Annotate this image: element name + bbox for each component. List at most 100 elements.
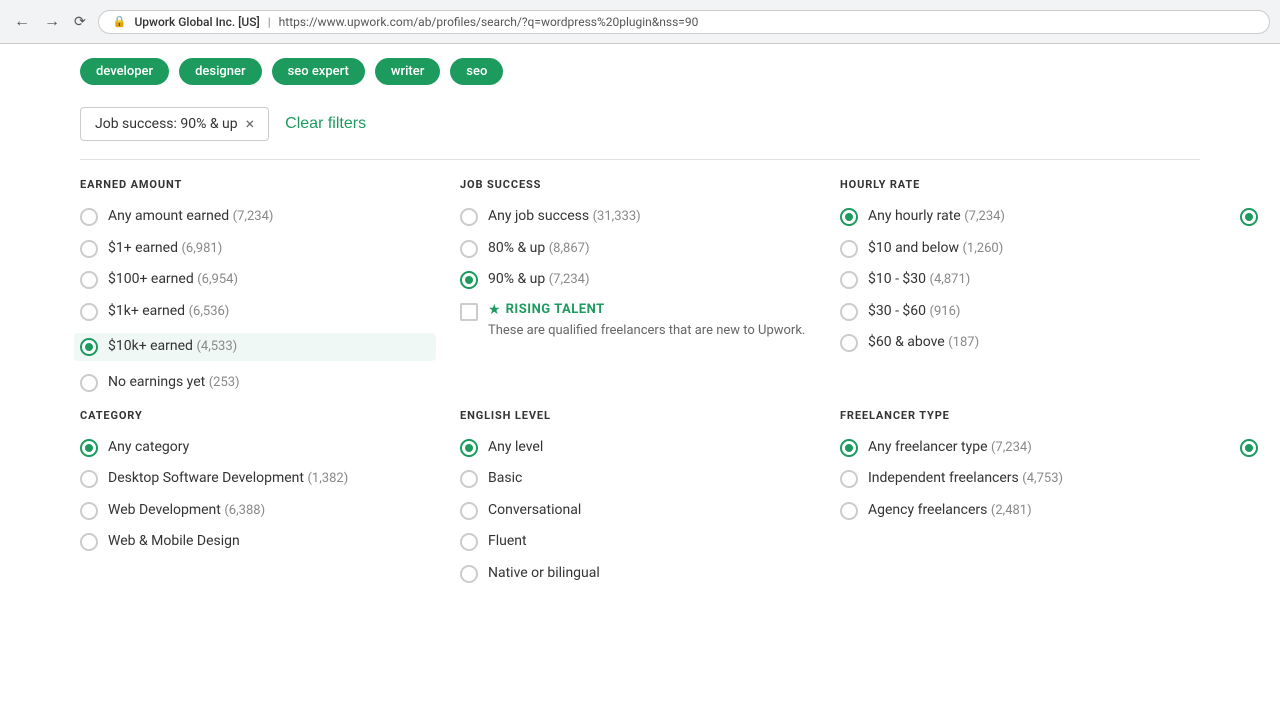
radio-basic-english[interactable] bbox=[460, 470, 478, 488]
category-desktop[interactable]: Desktop Software Development (1,382) bbox=[80, 469, 436, 489]
hourly-rate-10-30[interactable]: $10 - $30 (4,871) bbox=[840, 270, 1216, 290]
back-button[interactable]: ← bbox=[10, 11, 34, 33]
tag-writer[interactable]: writer bbox=[375, 58, 440, 85]
browser-navigation: ← → ⟳ bbox=[10, 11, 90, 33]
label-conversational: Conversational bbox=[488, 501, 581, 521]
radio-independent[interactable] bbox=[840, 470, 858, 488]
overflow-section: HO bbox=[1240, 178, 1264, 405]
hourly-rate-60above[interactable]: $60 & above (187) bbox=[840, 333, 1216, 353]
radio-conversational[interactable] bbox=[460, 502, 478, 520]
radio-10-30[interactable] bbox=[840, 271, 858, 289]
earned-amount-100plus[interactable]: $100+ earned (6,954) bbox=[80, 270, 436, 290]
job-success-80[interactable]: 80% & up (8,867) bbox=[460, 239, 816, 259]
tags-row: developer designer seo expert writer seo bbox=[80, 44, 1200, 97]
category-any[interactable]: Any category bbox=[80, 438, 436, 458]
label-10below: $10 and below (1,260) bbox=[868, 239, 1003, 259]
label-desktop: Desktop Software Development (1,382) bbox=[108, 469, 348, 489]
radio-webdev[interactable] bbox=[80, 502, 98, 520]
radio-100plus[interactable] bbox=[80, 271, 98, 289]
label-webmobile: Web & Mobile Design bbox=[108, 532, 240, 552]
job-success-any[interactable]: Any job success (31,333) bbox=[460, 207, 816, 227]
label-fluent: Fluent bbox=[488, 532, 527, 552]
radio-30-60[interactable] bbox=[840, 303, 858, 321]
filters-top-row: EARNED AMOUNT Any amount earned (7,234) … bbox=[80, 178, 1200, 405]
label-native: Native or bilingual bbox=[488, 564, 600, 584]
radio-desktop[interactable] bbox=[80, 470, 98, 488]
radio-80-success[interactable] bbox=[460, 240, 478, 258]
earned-amount-none[interactable]: No earnings yet (253) bbox=[80, 373, 436, 393]
label-any-category: Any category bbox=[108, 438, 189, 458]
freelancer-independent[interactable]: Independent freelancers (4,753) bbox=[840, 469, 1216, 489]
count-80-success: (8,867) bbox=[549, 241, 590, 256]
english-basic[interactable]: Basic bbox=[460, 469, 816, 489]
radio-any-hourly[interactable] bbox=[840, 208, 858, 226]
label-60above: $60 & above (187) bbox=[868, 333, 979, 353]
divider bbox=[80, 159, 1200, 160]
count-10below: (1,260) bbox=[962, 241, 1003, 256]
radio-10k[interactable] bbox=[80, 338, 98, 356]
radio-any-amount[interactable] bbox=[80, 208, 98, 226]
radio-agency[interactable] bbox=[840, 502, 858, 520]
count-independent: (4,753) bbox=[1022, 471, 1063, 486]
earned-amount-1k[interactable]: $1k+ earned (6,536) bbox=[80, 302, 436, 322]
english-fluent[interactable]: Fluent bbox=[460, 532, 816, 552]
label-30-60: $30 - $60 (916) bbox=[868, 302, 960, 322]
radio-any-english[interactable] bbox=[460, 439, 478, 457]
radio-any-success[interactable] bbox=[460, 208, 478, 226]
radio-60above[interactable] bbox=[840, 334, 858, 352]
radio-fluent[interactable] bbox=[460, 533, 478, 551]
label-100plus: $100+ earned (6,954) bbox=[108, 270, 238, 290]
radio-1k[interactable] bbox=[80, 303, 98, 321]
radio-10below[interactable] bbox=[840, 240, 858, 258]
radio-overflow-1 bbox=[1240, 208, 1258, 226]
filter-chip-label: Job success: 90% & up bbox=[95, 116, 238, 132]
hourly-rate-30-60[interactable]: $30 - $60 (916) bbox=[840, 302, 1216, 322]
radio-any-freelancer[interactable] bbox=[840, 439, 858, 457]
clear-filters-button[interactable]: Clear filters bbox=[285, 115, 366, 133]
label-none: No earnings yet (253) bbox=[108, 373, 240, 393]
radio-none[interactable] bbox=[80, 374, 98, 392]
rising-talent-description: These are qualified freelancers that are… bbox=[488, 322, 805, 340]
job-success-90[interactable]: 90% & up (7,234) bbox=[460, 270, 816, 290]
english-conversational[interactable]: Conversational bbox=[460, 501, 816, 521]
english-native[interactable]: Native or bilingual bbox=[460, 564, 816, 584]
filter-chip-close[interactable]: × bbox=[246, 116, 255, 132]
tag-developer[interactable]: developer bbox=[80, 58, 169, 85]
earned-amount-any[interactable]: Any amount earned (7,234) bbox=[80, 207, 436, 227]
earned-amount-10k[interactable]: $10k+ earned (4,533) bbox=[74, 333, 436, 361]
radio-native[interactable] bbox=[460, 565, 478, 583]
label-any-success: Any job success (31,333) bbox=[488, 207, 641, 227]
refresh-button[interactable]: ⟳ bbox=[70, 11, 90, 32]
forward-button[interactable]: → bbox=[40, 11, 64, 33]
rising-talent-option[interactable]: ★ RISING TALENT These are qualified free… bbox=[460, 302, 816, 340]
filters-bottom-row: CATEGORY Any category Desktop Software D… bbox=[80, 409, 1200, 596]
count-any-success: (31,333) bbox=[593, 209, 641, 224]
radio-webmobile[interactable] bbox=[80, 533, 98, 551]
address-bar[interactable]: 🔒 Upwork Global Inc. [US] | https://www.… bbox=[98, 10, 1270, 34]
freelancer-type-title: FREELANCER TYPE bbox=[840, 409, 1216, 422]
earned-amount-section: EARNED AMOUNT Any amount earned (7,234) … bbox=[80, 178, 460, 405]
tag-seo[interactable]: seo bbox=[450, 58, 503, 85]
job-success-title: JOB SUCCESS bbox=[460, 178, 816, 191]
radio-1plus[interactable] bbox=[80, 240, 98, 258]
category-title: CATEGORY bbox=[80, 409, 436, 422]
hourly-rate-10below[interactable]: $10 and below (1,260) bbox=[840, 239, 1216, 259]
job-success-section: JOB SUCCESS Any job success (31,333) 80%… bbox=[460, 178, 840, 405]
radio-any-category[interactable] bbox=[80, 439, 98, 457]
label-webdev: Web Development (6,388) bbox=[108, 501, 265, 521]
rising-talent-star-icon: ★ bbox=[488, 302, 501, 318]
english-any[interactable]: Any level bbox=[460, 438, 816, 458]
category-webmobile[interactable]: Web & Mobile Design bbox=[80, 532, 436, 552]
tag-seo-expert[interactable]: seo expert bbox=[272, 58, 365, 85]
category-webdev[interactable]: Web Development (6,388) bbox=[80, 501, 436, 521]
rising-talent-checkbox[interactable] bbox=[460, 303, 478, 321]
tag-designer[interactable]: designer bbox=[179, 58, 261, 85]
label-agency: Agency freelancers (2,481) bbox=[868, 501, 1032, 521]
radio-90-success[interactable] bbox=[460, 271, 478, 289]
earned-amount-1plus[interactable]: $1+ earned (6,981) bbox=[80, 239, 436, 259]
rising-talent-label: RISING TALENT bbox=[506, 302, 605, 317]
freelancer-any[interactable]: Any freelancer type (7,234) bbox=[840, 438, 1216, 458]
label-10-30: $10 - $30 (4,871) bbox=[868, 270, 970, 290]
freelancer-agency[interactable]: Agency freelancers (2,481) bbox=[840, 501, 1216, 521]
hourly-rate-any[interactable]: Any hourly rate (7,234) bbox=[840, 207, 1216, 227]
